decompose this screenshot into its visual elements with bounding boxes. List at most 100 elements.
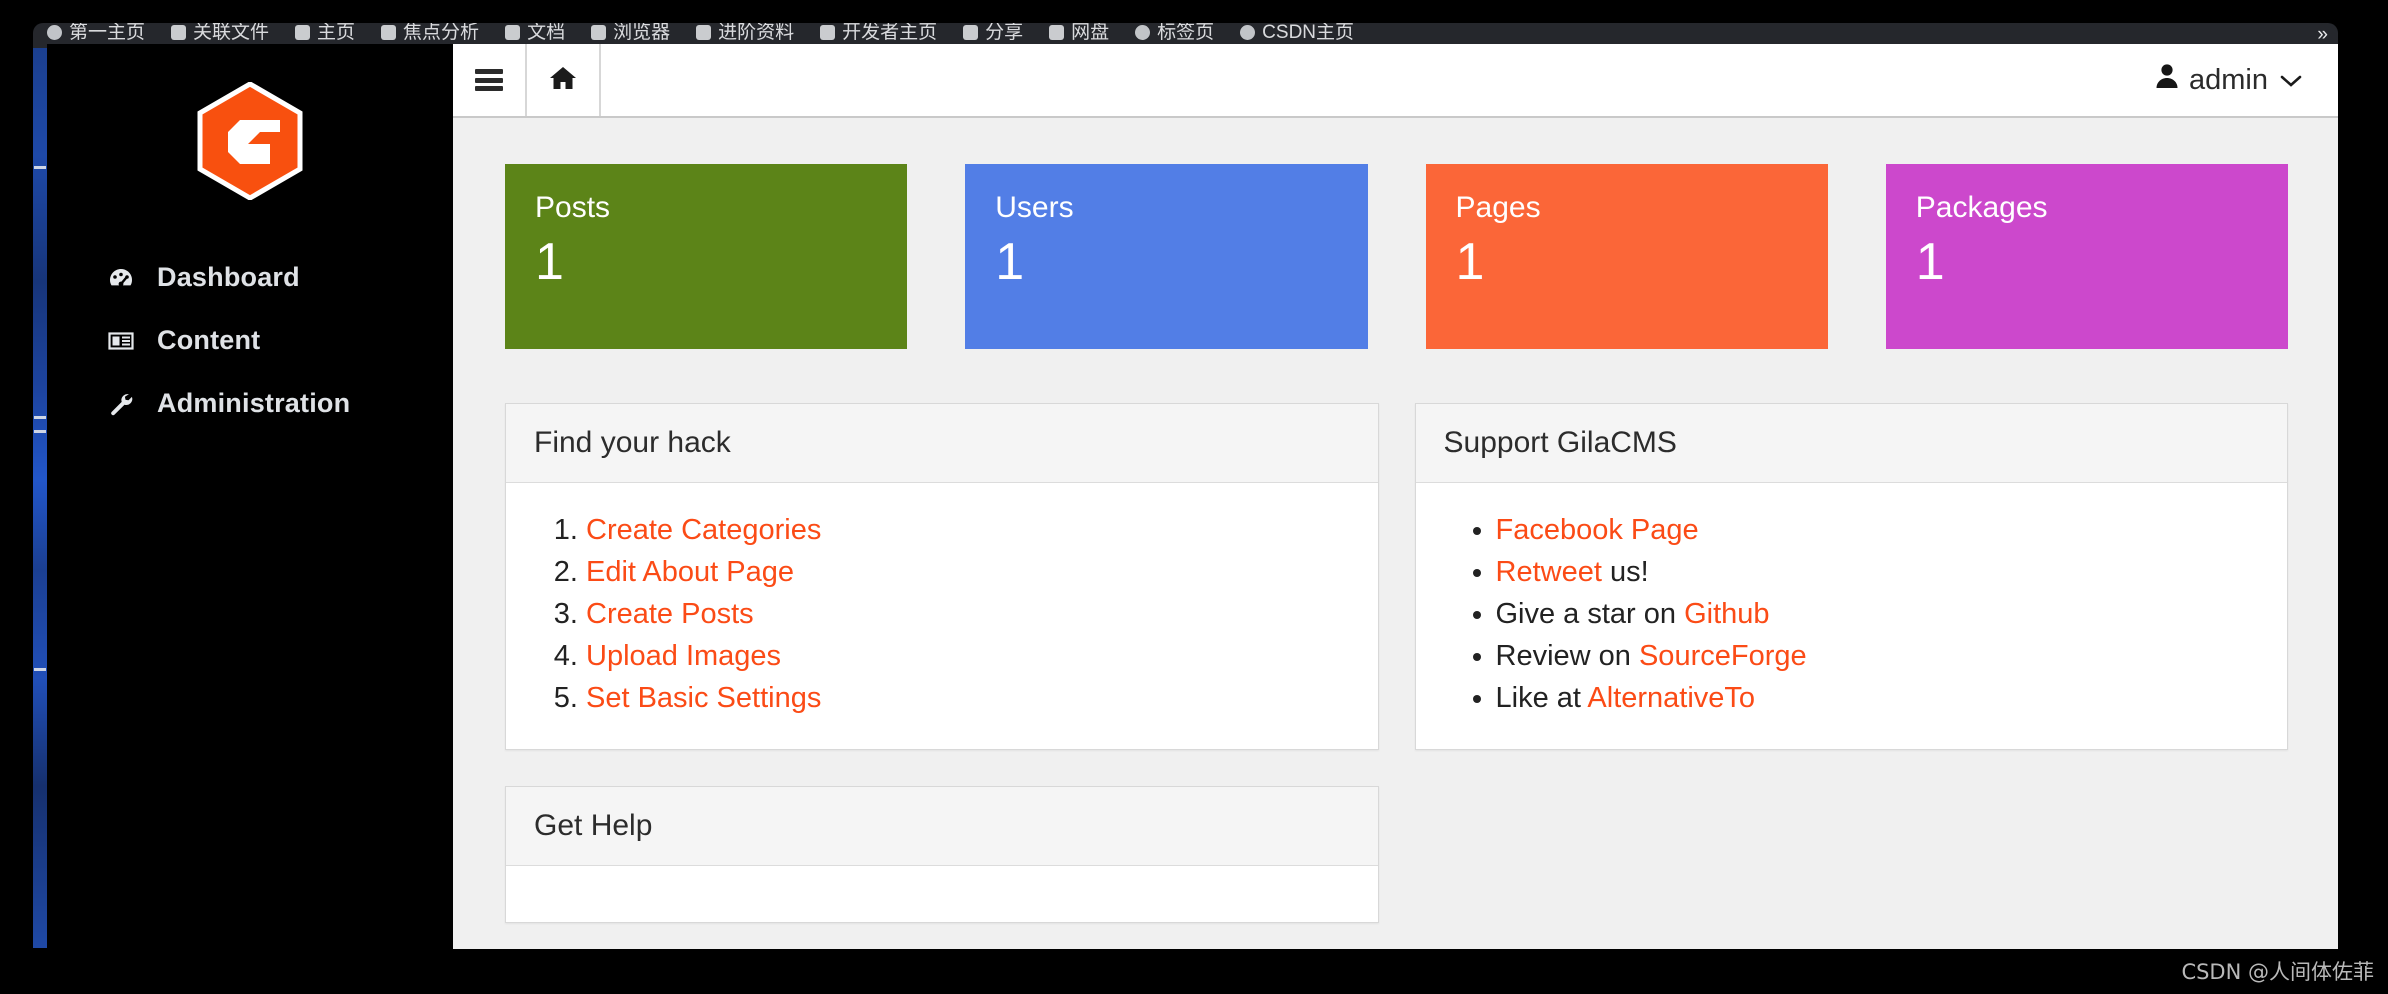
bookmark-item[interactable]: 文档 [505, 23, 565, 42]
bookmark-label: 焦点分析 [403, 23, 480, 43]
main-content: Posts 1 Users 1 Pages 1 Packages 1 Find your ha… [453, 118, 2338, 949]
bookmark-icon [171, 25, 187, 40]
stat-card-pages[interactable]: Pages 1 [1425, 164, 1828, 349]
bookmark-label: 关联文件 [193, 23, 270, 43]
bookmark-item[interactable]: 进阶资料 [696, 23, 794, 42]
stat-card-packages[interactable]: Packages 1 [1885, 164, 2288, 349]
list-item: Give a star on Github [1496, 593, 2260, 635]
stat-card-value: 1 [535, 233, 564, 291]
bookmark-item[interactable]: 关联文件 [171, 23, 269, 42]
stat-card-value: 1 [1915, 233, 1945, 291]
bookmark-icon [1049, 25, 1065, 40]
globe-icon [47, 25, 62, 40]
list-item: Review on SourceForge [1496, 635, 2260, 677]
chevron-down-icon [2280, 67, 2302, 94]
bookmark-label: CSDN主页 [1262, 23, 1355, 43]
hack-link[interactable]: Upload Images [586, 640, 781, 672]
support-list: Facebook Page Retweet us!Give a star on G… [1444, 509, 2260, 719]
support-link[interactable]: Github [1684, 598, 1769, 630]
stat-card-label: Pages [1455, 191, 1541, 224]
bookmark-label: 分享 [985, 23, 1024, 43]
navbar-spacer [601, 44, 2155, 116]
bookmark-label: 网盘 [1071, 23, 1110, 43]
sidebar-item-content[interactable]: Content [47, 309, 453, 372]
panels-row: Find your hack Create Categories Edit Abo… [505, 403, 2288, 923]
user-menu[interactable]: admin [2155, 44, 2338, 116]
bookmark-label: 标签页 [1157, 23, 1215, 43]
sidebar-item-label: Administration [157, 388, 351, 418]
bookmark-item[interactable]: 分享 [963, 23, 1023, 42]
bookmark-icon [295, 25, 311, 40]
user-menu-label: admin [2189, 63, 2268, 96]
stat-card-label: Packages [1915, 191, 2048, 224]
sidebar-item-label: Content [157, 325, 261, 355]
panel-body [506, 866, 1378, 922]
support-link[interactable]: Facebook Page [1496, 514, 1699, 546]
bookmark-icon [591, 25, 607, 40]
hack-link[interactable]: Edit About Page [586, 556, 794, 588]
right-panel-column: Support GilaCMS Facebook Page Retweet us!… [1414, 403, 2288, 750]
stat-card-users[interactable]: Users 1 [965, 164, 1368, 349]
panel-title: Support GilaCMS [1415, 404, 2287, 483]
newspaper-icon [107, 327, 135, 355]
bookmarks-overflow-icon[interactable]: » [2317, 24, 2328, 46]
bookmark-item[interactable]: 浏览器 [591, 23, 670, 42]
bookmark-item[interactable]: 标签页 [1135, 23, 1214, 42]
stat-card-value: 1 [1455, 233, 1485, 291]
hack-link[interactable]: Create Categories [586, 514, 821, 546]
support-link[interactable]: AlternativeTo [1587, 682, 1755, 714]
bookmark-item[interactable]: 第一主页 [47, 23, 145, 42]
globe-icon [1240, 25, 1256, 40]
bookmark-icon [696, 25, 712, 40]
top-navbar: admin [453, 44, 2338, 118]
sidebar-item-dashboard[interactable]: Dashboard [47, 246, 453, 309]
sidebar-item-administration[interactable]: Administration [47, 372, 453, 435]
sidebar: Dashboard Content Administration [47, 44, 453, 949]
bookmark-label: 第一主页 [69, 23, 146, 43]
stat-cards-row: Posts 1 Users 1 Pages 1 Packages 1 [505, 164, 2288, 349]
menu-toggle-button[interactable] [453, 44, 527, 116]
bookmark-label: 浏览器 [613, 23, 671, 43]
support-link[interactable]: SourceForge [1639, 640, 1807, 672]
bookmark-item[interactable]: 网盘 [1049, 23, 1109, 42]
globe-icon [1135, 25, 1151, 40]
panel-title: Get Help [506, 787, 1378, 866]
sidebar-logo[interactable] [47, 44, 453, 246]
bookmark-item[interactable]: 主页 [295, 23, 355, 42]
bookmark-item[interactable]: 焦点分析 [381, 23, 479, 42]
watermark: CSDN @人间体佐菲 [2181, 960, 2374, 984]
list-item: Create Posts [586, 593, 1350, 635]
stat-card-posts[interactable]: Posts 1 [505, 164, 908, 349]
home-icon [548, 64, 578, 97]
panel-title: Find your hack [506, 404, 1378, 483]
browser-window: Dashboard Content Administration admin P… [47, 44, 2338, 949]
stat-card-value: 1 [995, 233, 1025, 291]
left-panel-column: Find your hack Create Categories Edit Abo… [505, 403, 1379, 923]
bookmark-label: 进阶资料 [718, 23, 795, 43]
bookmark-icon [381, 25, 397, 40]
list-item: Like at AlternativeTo [1496, 677, 2260, 719]
panel-body: Create Categories Edit About Page Create P… [506, 483, 1378, 749]
sidebar-item-label: Dashboard [157, 262, 300, 292]
bookmark-icon [820, 25, 836, 40]
bookmark-item[interactable]: 开发者主页 [820, 23, 937, 42]
hack-link[interactable]: Create Posts [586, 598, 754, 630]
bookmark-label: 主页 [317, 23, 356, 43]
list-item: Edit About Page [586, 551, 1350, 593]
hack-link[interactable]: Set Basic Settings [586, 682, 821, 714]
list-item: Upload Images [586, 635, 1350, 677]
bookmark-label: 开发者主页 [842, 23, 938, 43]
list-item: Retweet us! [1496, 551, 2260, 593]
find-your-hack-panel: Find your hack Create Categories Edit Abo… [505, 403, 1379, 750]
home-button[interactable] [527, 44, 601, 116]
stat-card-label: Users [995, 191, 1074, 224]
list-item: Set Basic Settings [586, 677, 1350, 719]
bookmark-label: 文档 [527, 23, 566, 43]
background-window-sliver [33, 48, 47, 948]
wrench-icon [107, 390, 135, 418]
support-link[interactable]: Retweet [1496, 556, 1602, 588]
bookmark-item[interactable]: CSDN主页 [1240, 23, 1354, 42]
list-item: Create Categories [586, 509, 1350, 551]
gilacms-logo-icon [197, 82, 303, 200]
find-your-hack-list: Create Categories Edit About Page Create P… [534, 509, 1350, 719]
